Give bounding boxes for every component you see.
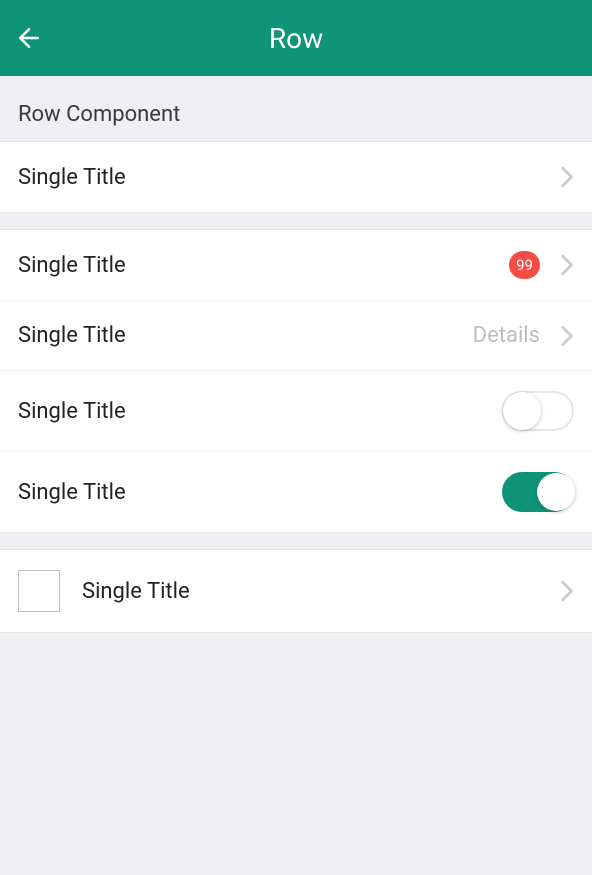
toggle-switch[interactable] (502, 472, 574, 512)
toggle-knob (537, 473, 575, 511)
page-title: Row (269, 22, 323, 55)
row-single-title-badge[interactable]: Single Title 99 (0, 230, 592, 300)
row-title: Single Title (18, 165, 126, 190)
row-single-title-switch-off: Single Title (0, 370, 592, 451)
row-title: Single Title (18, 480, 126, 505)
row-single-title-1[interactable]: Single Title (0, 142, 592, 212)
row-title: Single Title (82, 579, 190, 604)
chevron-right-icon (560, 254, 574, 276)
chevron-right-icon (560, 580, 574, 602)
row-single-title-thumb[interactable]: Single Title (0, 550, 592, 632)
row-title: Single Title (18, 399, 126, 424)
row-detail-text: Details (473, 323, 540, 348)
count-badge: 99 (509, 251, 540, 279)
row-single-title-switch-on: Single Title (0, 451, 592, 532)
thumbnail-icon (18, 570, 60, 612)
back-button[interactable] (14, 0, 62, 76)
toggle-switch[interactable] (502, 391, 574, 431)
list-group-3: Single Title (0, 549, 592, 633)
app-header: Row (0, 0, 592, 76)
section-header: Row Component (0, 76, 592, 141)
toggle-knob (503, 392, 541, 430)
row-title: Single Title (18, 253, 126, 278)
row-single-title-details[interactable]: Single Title Details (0, 300, 592, 370)
list-group-1: Single Title (0, 141, 592, 213)
row-title: Single Title (18, 323, 126, 348)
chevron-right-icon (560, 166, 574, 188)
chevron-right-icon (560, 325, 574, 347)
list-group-2: Single Title 99 Single Title Details (0, 229, 592, 533)
arrow-left-icon (14, 23, 44, 53)
